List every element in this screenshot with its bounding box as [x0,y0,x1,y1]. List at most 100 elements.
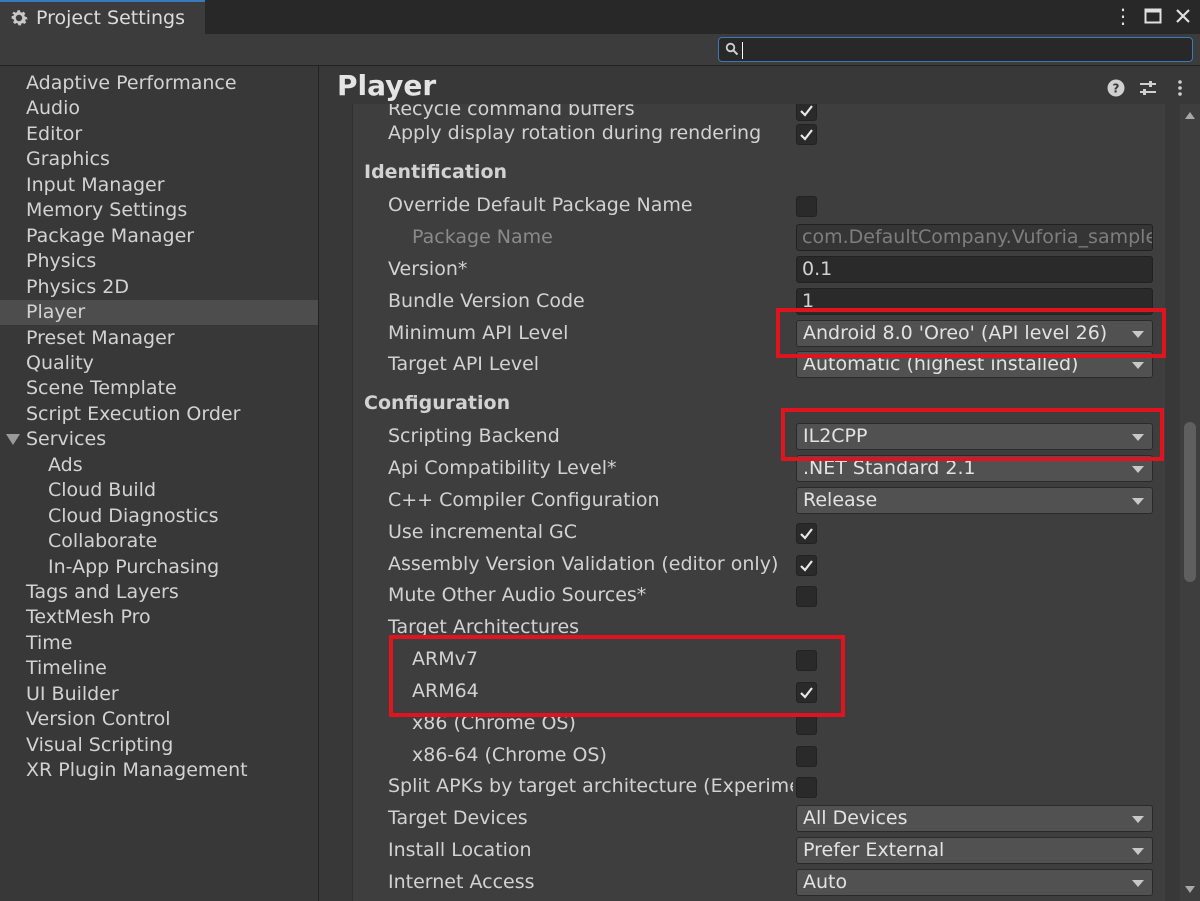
scroll-down-arrow-icon[interactable] [1185,886,1195,893]
setting-checkbox[interactable] [796,746,817,767]
sidebar-item[interactable]: Input Manager [0,173,318,198]
sidebar-item-label: Services [26,428,107,451]
sidebar-item[interactable]: Timeline [0,656,318,681]
setting-checkbox[interactable] [796,555,817,576]
setting-text-field[interactable]: 1 [796,288,1153,315]
scroll-thumb[interactable] [1184,422,1196,582]
setting-checkbox[interactable] [796,124,817,145]
setting-row: Target Devices All Devices [353,803,1165,835]
sidebar-item[interactable]: UI Builder [0,682,318,707]
setting-row: Target Architectures [353,612,1165,644]
search-input[interactable] [718,37,1193,62]
setting-dropdown[interactable]: Release [796,487,1153,514]
setting-text-field[interactable]: 0.1 [796,256,1153,283]
sidebar-item-label: Player [26,301,86,324]
setting-checkbox[interactable] [796,777,817,798]
sidebar-item[interactable]: Package Manager [0,224,318,249]
svg-text:?: ? [1113,82,1120,96]
setting-dropdown[interactable]: Auto [796,869,1153,896]
sidebar-item[interactable]: Quality [0,351,318,376]
sidebar-item[interactable]: Audio [0,96,318,121]
sidebar-item[interactable]: Editor [0,122,318,147]
setting-row: Mute Other Audio Sources* [353,580,1165,612]
setting-dropdown[interactable]: Android 8.0 'Oreo' (API level 26) [796,320,1153,347]
sidebar-item-label: Collaborate [48,530,158,553]
dropdown-value: Release [803,489,878,511]
sidebar-item[interactable]: Preset Manager [0,326,318,351]
setting-row: Install Location Prefer External [353,835,1165,867]
sidebar-item[interactable]: In-App Purchasing [0,555,318,580]
sidebar-item-label: Scene Template [26,377,177,400]
sidebar-item[interactable]: Player [0,300,318,326]
setting-label: Bundle Version Code [388,290,585,312]
setting-checkbox[interactable] [796,650,817,671]
expand-arrow-icon[interactable] [6,434,20,446]
more-options-icon[interactable]: ⋮ [1112,3,1134,29]
setting-checkbox[interactable] [796,714,817,735]
sidebar-item[interactable]: Script Execution Order [0,402,318,427]
preset-sliders-icon[interactable] [1138,78,1158,98]
sidebar-item-label: Time [26,631,73,654]
dropdown-value: IL2CPP [803,425,868,447]
sidebar-item-label: Memory Settings [26,199,188,222]
sidebar-item[interactable]: Cloud Build [0,478,318,503]
setting-label: Minimum API Level [388,322,569,344]
vertical-scrollbar[interactable] [1180,104,1200,901]
kebab-menu-icon[interactable] [1170,78,1190,98]
setting-label: x86-64 (Chrome OS) [412,744,607,766]
sidebar-item[interactable]: Memory Settings [0,198,318,223]
checkmark-icon [800,687,813,699]
sidebar-item-label: Visual Scripting [26,733,174,756]
sidebar-item[interactable]: Collaborate [0,529,318,554]
sidebar-item-label: Timeline [26,657,107,680]
sidebar-item[interactable]: Physics [0,249,318,274]
sidebar-item[interactable]: Physics 2D [0,275,318,300]
setting-row: Internet Access Auto [353,867,1165,899]
setting-dropdown[interactable]: IL2CPP [796,423,1153,450]
sidebar-item-label: Cloud Build [48,479,157,502]
setting-dropdown[interactable]: Prefer External [796,837,1153,864]
sidebar-item-label: Physics [26,250,97,273]
sidebar-item-label: TextMesh Pro [26,606,151,629]
sidebar-item[interactable]: Version Control [0,707,318,732]
maximize-icon[interactable] [1142,3,1164,29]
sidebar-item[interactable]: Cloud Diagnostics [0,504,318,529]
sidebar-item-label: Adaptive Performance [26,72,237,94]
dropdown-value: Auto [803,871,848,893]
sidebar-item-label: Editor [26,122,83,145]
sidebar-item[interactable]: Time [0,631,318,656]
sidebar-item[interactable]: Graphics [0,147,318,172]
setting-label: Assembly Version Validation (editor only… [388,553,779,575]
setting-row: Assembly Version Validation (editor only… [353,549,1165,581]
sidebar-item[interactable]: Scene Template [0,376,318,401]
setting-checkbox[interactable] [796,586,817,607]
dropdown-value: .NET Standard 2.1 [803,457,976,479]
header-icons: ? [1106,78,1190,98]
sidebar-item-label: Quality [26,351,94,374]
toolbar [0,34,1200,66]
page-title: Player [337,69,437,102]
search-icon [725,42,739,56]
setting-dropdown[interactable]: .NET Standard 2.1 [796,455,1153,482]
setting-label: Override Default Package Name [388,194,693,216]
scroll-up-arrow-icon[interactable] [1185,112,1195,119]
setting-checkbox[interactable] [796,196,817,217]
sidebar-item[interactable]: Ads [0,453,318,478]
setting-dropdown[interactable]: Automatic (highest installed) [796,351,1153,378]
sidebar-item[interactable]: Services [0,427,318,452]
setting-checkbox[interactable] [796,682,817,703]
dropdown-value: Android 8.0 'Oreo' (API level 26) [803,322,1108,344]
sidebar-item[interactable]: XR Plugin Management [0,758,318,783]
help-icon[interactable]: ? [1106,78,1126,98]
sidebar-item[interactable]: TextMesh Pro [0,605,318,630]
sidebar-item-label: Version Control [26,708,171,731]
setting-row: Apply display rotation during rendering [353,118,1165,150]
sidebar-item[interactable]: Tags and Layers [0,580,318,605]
setting-dropdown[interactable]: All Devices [796,805,1153,832]
setting-checkbox[interactable] [796,523,817,544]
close-icon[interactable] [1172,3,1194,29]
sidebar-item[interactable]: Adaptive Performance [0,71,318,96]
sidebar-item[interactable]: Visual Scripting [0,733,318,758]
project-settings-tab[interactable]: Project Settings [0,0,205,34]
setting-row: x86 (Chrome OS) [353,708,1165,740]
